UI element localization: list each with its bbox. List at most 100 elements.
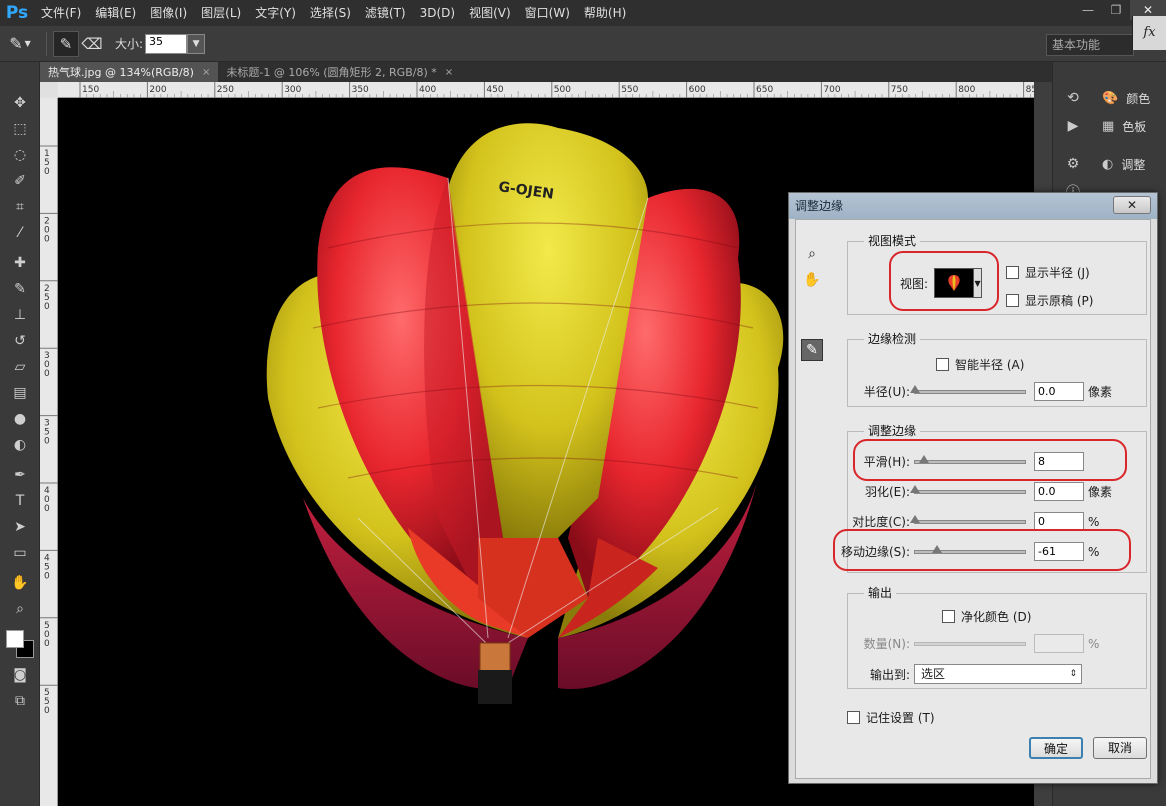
- feather-label: 羽化(E):: [865, 485, 910, 499]
- amount-unit: %: [1088, 636, 1100, 651]
- history-panel-icon[interactable]: ⟲: [1053, 84, 1093, 112]
- color-swatches[interactable]: [0, 622, 40, 662]
- feather-slider[interactable]: [910, 484, 1026, 494]
- menu-item-2[interactable]: 图像(I): [143, 0, 194, 26]
- eraser-tool-icon[interactable]: ▱: [0, 354, 40, 380]
- menu-item-1[interactable]: 编辑(E): [88, 0, 143, 26]
- smart-radius-checkbox[interactable]: [936, 358, 949, 371]
- grid-icon: ▦: [1102, 118, 1115, 134]
- clone-stamp-tool-icon[interactable]: ⊥: [0, 302, 40, 328]
- ruler-label: 250: [217, 85, 234, 95]
- path-selection-tool-icon[interactable]: ➤: [0, 514, 40, 540]
- output-to-select[interactable]: 选区 ⇕: [914, 664, 1082, 684]
- eraser-icon: ⌫: [81, 34, 103, 53]
- ruler-label: 850: [1026, 85, 1034, 95]
- ruler-label: 550: [621, 85, 638, 95]
- menu-item-6[interactable]: 滤镜(T): [358, 0, 413, 26]
- dodge-tool-icon[interactable]: ◐: [0, 432, 40, 458]
- pen-tool-icon[interactable]: ✒: [0, 462, 40, 488]
- properties-panel-icon[interactable]: ⚙: [1053, 150, 1093, 178]
- ruler-label: 500: [44, 621, 50, 649]
- show-original-checkbox[interactable]: [1006, 294, 1019, 307]
- cancel-button[interactable]: 取消: [1093, 737, 1147, 759]
- remember-settings-checkbox[interactable]: [847, 711, 860, 724]
- lasso-tool-icon[interactable]: ◌: [0, 142, 40, 168]
- ruler-label: 300: [44, 351, 50, 379]
- hand-tool-icon[interactable]: ✋: [0, 570, 40, 596]
- adjustments-panel-tab[interactable]: ◐ 调整: [1092, 150, 1166, 178]
- quick-selection-tool-icon[interactable]: ✐: [0, 168, 40, 194]
- menu-item-9[interactable]: 窗口(W): [518, 0, 577, 26]
- adjust-icon: ◐: [1102, 156, 1114, 172]
- actions-play-icon[interactable]: ▶: [1053, 112, 1093, 140]
- refine-radius-icon[interactable]: ✎: [801, 339, 823, 361]
- gradient-tool-icon[interactable]: ▤: [0, 380, 40, 406]
- output-to-label: 输出到:: [869, 667, 910, 682]
- feather-slider-thumb[interactable]: [910, 484, 920, 493]
- menu-item-8[interactable]: 视图(V): [462, 0, 518, 26]
- show-radius-checkbox[interactable]: [1006, 266, 1019, 279]
- menu-item-10[interactable]: 帮助(H): [577, 0, 633, 26]
- photoshop-logo: Ps: [5, 3, 29, 23]
- refine-radius-tool-button[interactable]: ✎: [53, 30, 79, 57]
- eyedropper-tool-icon[interactable]: ⁄: [0, 220, 40, 246]
- menu-item-0[interactable]: 文件(F): [34, 0, 88, 26]
- dialog-close-button[interactable]: ✕: [1113, 196, 1151, 214]
- adjust-edge-title: 调整边缘: [864, 422, 921, 439]
- output-group: 输出 净化颜色 (D) 数量(N): % 输出到: 选区 ⇕: [847, 584, 1147, 689]
- crop-tool-icon[interactable]: ⌗: [0, 194, 40, 220]
- erase-refinements-tool-button[interactable]: ⌫: [79, 31, 105, 57]
- menu-bar: Ps 文件(F) 编辑(E) 图像(I) 图层(L) 文字(Y) 选择(S) 滤镜(T) 3D…: [0, 0, 1166, 26]
- ruler-label: 200: [149, 85, 166, 95]
- healing-brush-tool-icon[interactable]: ✚: [0, 250, 40, 276]
- radius-slider[interactable]: [910, 384, 1026, 394]
- foreground-color-swatch[interactable]: [6, 630, 24, 648]
- menu-item-3[interactable]: 图层(L): [194, 0, 248, 26]
- brush-tool-icon[interactable]: ✎: [0, 276, 40, 302]
- tab-untitled-1[interactable]: 未标题-1 @ 106% (圆角矩形 2, RGB/8) * ×: [218, 62, 461, 82]
- decontaminate-checkbox[interactable]: [942, 610, 955, 623]
- zoom-tool-icon[interactable]: ⌕: [0, 596, 40, 622]
- workspace-selector[interactable]: 基本功能: [1046, 34, 1134, 56]
- select-arrows-icon: ⇕: [1069, 669, 1077, 679]
- tab-label: 未标题-1 @ 106% (圆角矩形 2, RGB/8) *: [226, 66, 437, 79]
- move-tool-icon[interactable]: ✥: [0, 90, 40, 116]
- ok-button[interactable]: 确定: [1029, 737, 1083, 759]
- tool-preset-picker[interactable]: ✎ ▼: [0, 30, 40, 58]
- marquee-tool-icon[interactable]: ⬚: [0, 116, 40, 142]
- size-dropdown[interactable]: ▼: [187, 33, 206, 54]
- ruler-label: 650: [756, 85, 773, 95]
- zoom-icon[interactable]: ⌕: [801, 243, 823, 265]
- color-panel-tab[interactable]: 🎨 颜色: [1092, 84, 1166, 112]
- radius-slider-thumb[interactable]: [910, 384, 920, 393]
- type-tool-icon[interactable]: T: [0, 488, 40, 514]
- radius-input[interactable]: 0.0: [1034, 382, 1084, 401]
- tab-hot-air-balloon[interactable]: 热气球.jpg @ 134%(RGB/8) ×: [40, 62, 219, 82]
- fx-icon[interactable]: fx: [1132, 16, 1166, 50]
- menu-item-4[interactable]: 文字(Y): [248, 0, 303, 26]
- ruler-label: 200: [44, 216, 50, 244]
- tab-close-icon[interactable]: ×: [202, 67, 210, 78]
- swatches-panel-tab[interactable]: ▦ 色板: [1092, 112, 1166, 140]
- size-input[interactable]: 35: [145, 33, 188, 54]
- shape-tool-icon[interactable]: ▭: [0, 540, 40, 566]
- quick-mask-icon[interactable]: ◙: [0, 662, 40, 688]
- tab-close-icon[interactable]: ×: [445, 67, 453, 78]
- edge-detection-group: 边缘检测 智能半径 (A) 半径(U): 0.0 像素: [847, 330, 1147, 407]
- screen-mode-icon[interactable]: ⧉: [0, 688, 40, 714]
- ruler-label: 700: [823, 85, 840, 95]
- brush-icon: ✎: [9, 34, 23, 53]
- menu-item-7[interactable]: 3D(D): [413, 0, 462, 26]
- vertical-ruler: 150 200 250 300 350 400 450 500 550: [40, 98, 58, 806]
- minimize-button[interactable]: —: [1074, 0, 1102, 20]
- hand-icon[interactable]: ✋: [801, 269, 823, 291]
- restore-button[interactable]: ❐: [1102, 0, 1130, 20]
- feather-input[interactable]: 0.0: [1034, 482, 1084, 501]
- history-brush-tool-icon[interactable]: ↺: [0, 328, 40, 354]
- contrast-slider-thumb[interactable]: [910, 514, 920, 523]
- refine-edge-dialog: 调整边缘 ✕ ⌕ ✋ ✎ 视图模式 视图: ▼ 显示半径 (J) 显示原稿 (P…: [788, 192, 1158, 784]
- contrast-slider[interactable]: [910, 514, 1026, 524]
- menu-item-5[interactable]: 选择(S): [303, 0, 358, 26]
- ruler-label: 250: [44, 284, 50, 312]
- blur-tool-icon[interactable]: ●: [0, 406, 40, 432]
